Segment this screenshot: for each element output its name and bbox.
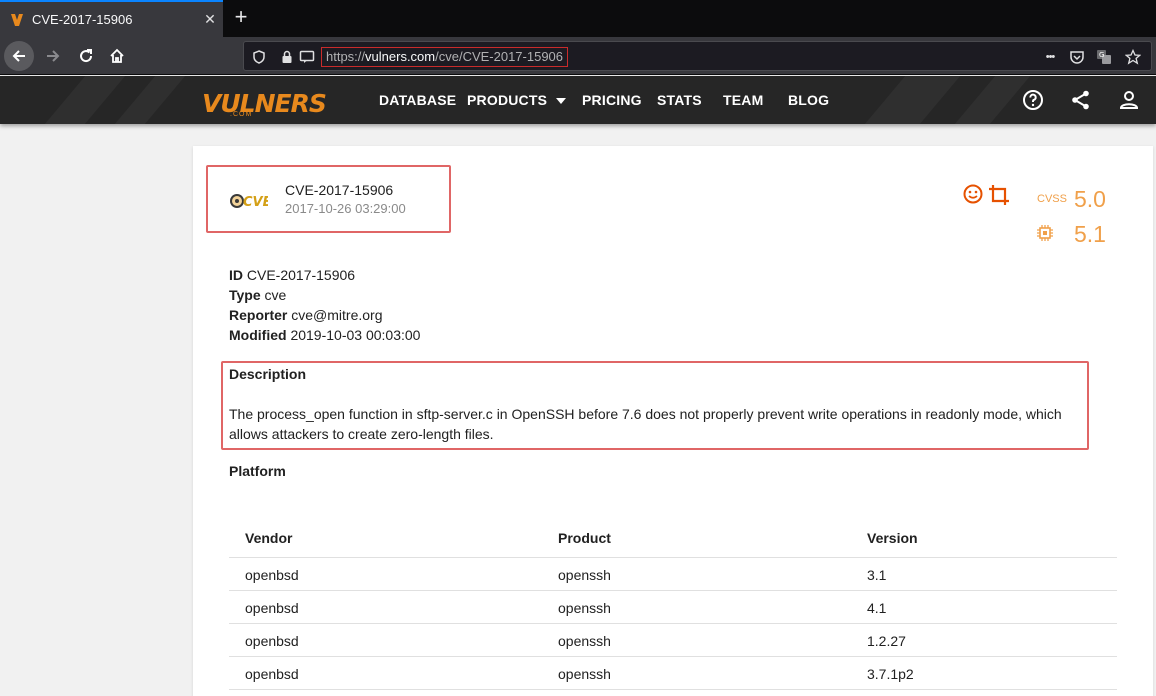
nav-stats[interactable]: STATS (657, 92, 702, 108)
field-id-label: ID (229, 267, 243, 283)
bookmark-star-icon[interactable] (1124, 48, 1142, 66)
version-cell: 3.7.1p2 (867, 666, 914, 682)
field-type-label: Type (229, 287, 261, 303)
table-row: openbsd openssh 3.1 (229, 558, 1117, 591)
header-version[interactable]: Version (867, 530, 918, 546)
product-cell: openssh (558, 633, 611, 649)
table-row: openbsd openssh 4.1 (229, 591, 1117, 624)
nav-blog[interactable]: BLOG (788, 92, 829, 108)
version-cell: 4.1 (867, 600, 887, 616)
account-icon[interactable] (1117, 88, 1141, 112)
back-button[interactable] (4, 41, 34, 71)
url-domain: vulners.com (365, 49, 436, 64)
cve-published-date: 2017-10-26 03:29:00 (285, 201, 406, 216)
field-modified: Modified 2019-10-03 00:03:00 (229, 327, 420, 343)
platform-title: Platform (229, 463, 286, 479)
ai-score: 5.1 (1074, 221, 1106, 247)
table-row: openbsd openssh 1.2.27 (229, 624, 1117, 657)
product-cell: openssh (558, 600, 611, 616)
tracking-shield-icon[interactable] (250, 48, 268, 66)
vendor-cell: openbsd (245, 666, 299, 682)
lock-icon[interactable] (278, 48, 296, 66)
reload-button[interactable] (71, 41, 101, 71)
url-scheme: https:// (326, 49, 366, 64)
back-arrow-icon (12, 50, 25, 62)
home-button[interactable] (102, 41, 132, 71)
field-reporter: Reporter cve@mitre.org (229, 307, 382, 323)
field-type-value: cve (264, 287, 287, 303)
product-cell: openssh (558, 567, 611, 583)
browser-tab-strip: CVE-2017-15906 ✕ + (0, 0, 1156, 37)
nav-database[interactable]: DATABASE (379, 92, 456, 108)
page-actions-icon[interactable]: ••• (1038, 48, 1062, 66)
table-header-row: Vendor Product Version (229, 521, 1117, 558)
version-cell: 1.2.27 (867, 633, 906, 649)
field-modified-label: Modified (229, 327, 287, 343)
cve-logo-text: CVE (243, 195, 268, 210)
forward-button[interactable] (38, 41, 68, 71)
version-cell: 3.1 (867, 567, 887, 583)
smiley-icon[interactable] (962, 183, 984, 205)
field-reporter-label: Reporter (229, 307, 288, 323)
browser-tab[interactable]: CVE-2017-15906 ✕ (0, 0, 223, 37)
browser-toolbar: https://vulners.com/cve/CVE-2017-15906 •… (0, 37, 1156, 75)
field-reporter-value: cve@mitre.org (291, 307, 383, 323)
tab-close-icon[interactable]: ✕ (197, 11, 223, 28)
vendor-cell: openbsd (245, 633, 299, 649)
svg-text:G: G (1099, 51, 1104, 59)
vulners-logo[interactable]: VULNERS .COM (202, 84, 327, 119)
url-text[interactable]: https://vulners.com/cve/CVE-2017-15906 (321, 47, 569, 67)
description-text: The process_open function in sftp-server… (229, 406, 1062, 442)
field-id-value: CVE-2017-15906 (246, 267, 356, 283)
product-cell: openssh (558, 666, 611, 682)
vendor-cell: openbsd (245, 567, 299, 583)
chevron-down-icon (556, 98, 567, 105)
header-product[interactable]: Product (558, 530, 611, 546)
url-path: /cve/CVE-2017-15906 (435, 49, 564, 64)
cve-card: CVE CVE-2017-15906 2017-10-26 03:29:00 C… (193, 146, 1153, 696)
nav-products-label: PRODUCTS (467, 92, 548, 108)
help-icon[interactable] (1021, 88, 1045, 112)
cvss-score: 5.0 (1074, 186, 1106, 212)
site-header: VULNERS .COM DATABASE PRODUCTS PRICING S… (0, 76, 1156, 124)
ai-score-chip-icon (1036, 224, 1054, 242)
cvss-label: CVSS (1037, 193, 1067, 205)
address-bar[interactable]: https://vulners.com/cve/CVE-2017-15906 •… (243, 41, 1152, 71)
forward-arrow-icon (47, 50, 60, 62)
reload-icon (80, 49, 93, 63)
nav-products[interactable]: PRODUCTS (467, 92, 567, 108)
logo-sub: .COM (230, 111, 253, 118)
pocket-icon[interactable] (1068, 48, 1086, 66)
home-icon (110, 48, 124, 63)
share-icon[interactable] (1069, 88, 1093, 112)
logo-text: VULNERS (202, 89, 327, 118)
field-id: ID CVE-2017-15906 (229, 267, 355, 283)
nav-team[interactable]: TEAM (723, 92, 763, 108)
permissions-icon[interactable] (298, 48, 316, 66)
cve-logo: CVE (228, 190, 272, 212)
new-tab-button[interactable]: + (229, 5, 253, 31)
cve-title: CVE-2017-15906 (285, 182, 394, 198)
crop-icon[interactable] (987, 183, 1011, 207)
field-modified-value: 2019-10-03 00:03:00 (290, 327, 421, 343)
table-row: openbsd openssh 3.7.1p2 (229, 657, 1117, 690)
vendor-cell: openbsd (245, 600, 299, 616)
translate-icon[interactable]: G (1095, 48, 1113, 66)
description-title: Description (229, 366, 307, 382)
tab-title: CVE-2017-15906 (32, 12, 133, 27)
platform-table: Vendor Product Version openbsd openssh 3… (229, 521, 1117, 690)
field-type: Type cve (229, 287, 286, 303)
header-vendor[interactable]: Vendor (245, 530, 292, 546)
nav-pricing[interactable]: PRICING (582, 92, 642, 108)
vulners-favicon-icon (10, 13, 24, 27)
header-decoration (846, 76, 969, 124)
header-decoration (26, 76, 134, 124)
